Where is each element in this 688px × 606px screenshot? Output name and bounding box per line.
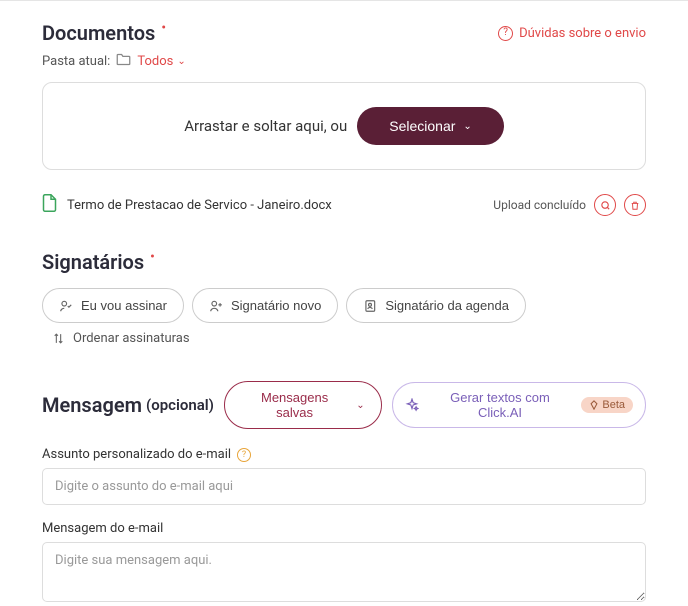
saved-messages-label: Mensagens salvas — [241, 390, 348, 420]
subject-label-text: Assunto personalizado do e-mail — [42, 447, 231, 462]
beta-label: Beta — [602, 399, 625, 411]
subject-label: Assunto personalizado do e-mail ? — [42, 447, 646, 462]
documents-title-text: Documentos — [42, 21, 155, 45]
agenda-signer-label: Signatário da agenda — [385, 298, 509, 313]
new-signer-button[interactable]: Signatário novo — [192, 288, 338, 323]
help-link[interactable]: ? Dúvidas sobre o envio — [498, 26, 646, 41]
person-check-icon — [59, 299, 73, 313]
addressbook-icon — [363, 299, 377, 313]
help-link-text: Dúvidas sobre o envio — [519, 26, 646, 41]
signers-title-text: Signatários — [42, 250, 144, 274]
sparkle-icon — [405, 398, 419, 412]
body-label-text: Mensagem do e-mail — [42, 521, 163, 536]
saved-messages-button[interactable]: Mensagens salvas ⌄ — [224, 381, 382, 429]
i-will-sign-label: Eu vou assinar — [81, 298, 167, 313]
new-signer-label: Signatário novo — [231, 298, 321, 313]
message-title: Mensagem (opcional) — [42, 393, 214, 417]
signers-title: Signatários • — [42, 250, 646, 274]
ai-generate-label: Gerar textos com Click.AI — [427, 390, 574, 420]
document-icon — [42, 194, 57, 216]
diamond-icon — [589, 400, 599, 410]
delete-file-button[interactable] — [624, 194, 646, 216]
order-signatures-link[interactable]: Ordenar assinaturas — [52, 331, 190, 346]
required-asterisk: • — [150, 250, 155, 265]
upload-status: Upload concluído — [493, 198, 586, 212]
order-signatures-label: Ordenar assinaturas — [73, 331, 190, 346]
sort-icon — [52, 332, 65, 345]
person-plus-icon — [209, 299, 223, 313]
select-file-button[interactable]: Selecionar ⌄ — [357, 107, 504, 145]
chevron-down-icon: ⌄ — [356, 400, 364, 411]
body-textarea[interactable] — [42, 542, 646, 602]
subject-input[interactable] — [42, 468, 646, 505]
folder-label: Pasta atual: — [42, 54, 110, 69]
folder-name: Todos — [137, 54, 173, 69]
dropzone-text: Arrastar e soltar aqui, ou — [184, 117, 347, 135]
agenda-signer-button[interactable]: Signatário da agenda — [346, 288, 526, 323]
file-row: Termo de Prestacao de Servico - Janeiro.… — [42, 190, 646, 220]
body-label: Mensagem do e-mail — [42, 521, 646, 536]
folder-row: Pasta atual: Todos ⌄ — [42, 53, 646, 70]
folder-select[interactable]: Todos ⌄ — [137, 54, 185, 69]
ai-generate-button[interactable]: Gerar textos com Click.AI Beta — [392, 382, 646, 428]
required-asterisk: • — [161, 21, 166, 36]
help-icon[interactable]: ? — [237, 448, 251, 462]
file-name: Termo de Prestacao de Servico - Janeiro.… — [67, 198, 332, 213]
message-optional: (opcional) — [146, 396, 214, 414]
documents-title: Documentos • — [42, 21, 166, 45]
select-file-label: Selecionar — [389, 118, 455, 134]
search-file-button[interactable] — [594, 194, 616, 216]
beta-badge: Beta — [581, 397, 633, 413]
folder-icon — [116, 53, 131, 70]
dropzone[interactable]: Arrastar e soltar aqui, ou Selecionar ⌄ — [42, 82, 646, 170]
chevron-down-icon: ⌄ — [463, 121, 471, 132]
message-title-text: Mensagem — [42, 393, 142, 417]
question-icon: ? — [498, 26, 513, 41]
chevron-down-icon: ⌄ — [177, 56, 185, 67]
i-will-sign-button[interactable]: Eu vou assinar — [42, 288, 184, 323]
